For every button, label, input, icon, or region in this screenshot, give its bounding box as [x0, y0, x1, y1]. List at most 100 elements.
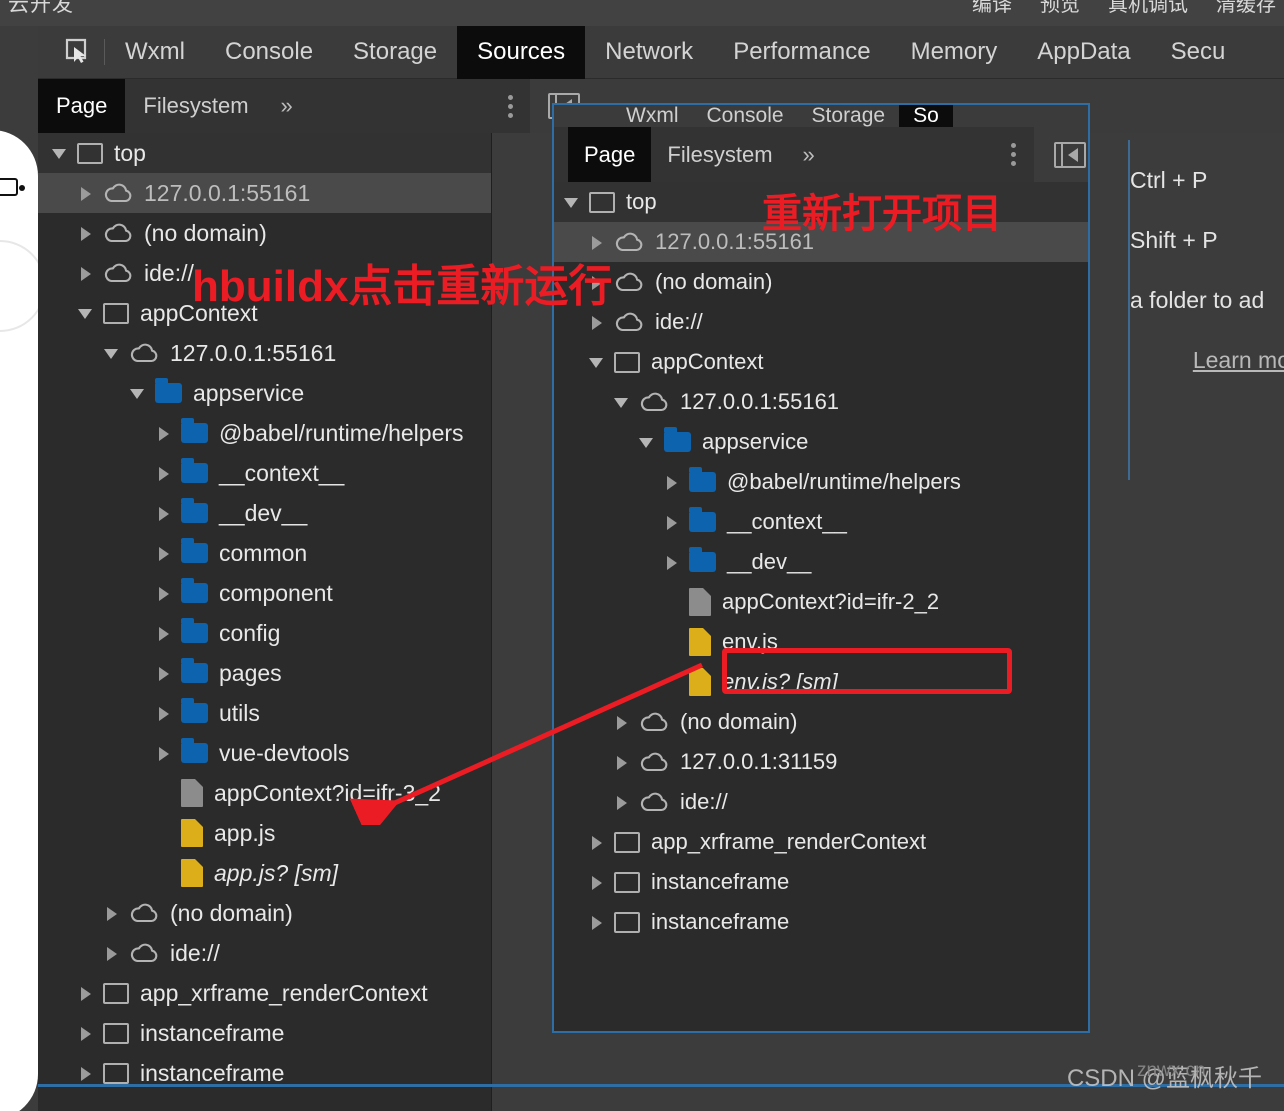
chevron-right-icon[interactable]	[589, 234, 605, 250]
chevron-right-icon[interactable]	[156, 585, 172, 601]
nested-subtab-filesystem[interactable]: Filesystem	[651, 127, 788, 182]
chevron-right-icon[interactable]	[104, 905, 120, 921]
tree-row[interactable]: 127.0.0.1:55161	[38, 173, 492, 213]
tree-row[interactable]: 127.0.0.1:55161	[38, 333, 492, 373]
tab-security[interactable]: Secu	[1151, 26, 1246, 79]
chevron-down-icon[interactable]	[104, 345, 120, 361]
tab-memory[interactable]: Memory	[891, 26, 1018, 79]
chevron-down-icon[interactable]	[614, 394, 630, 410]
tree-row[interactable]: ide://	[554, 302, 1088, 342]
chevron-right-icon[interactable]	[78, 185, 94, 201]
chevron-right-icon[interactable]	[78, 985, 94, 1001]
tab-performance[interactable]: Performance	[713, 26, 890, 79]
nested-more-options-icon[interactable]	[996, 127, 1030, 182]
tree-row[interactable]: app_xrframe_renderContext	[554, 822, 1088, 862]
nested-toolbar-right	[1034, 127, 1088, 182]
chevron-right-icon[interactable]	[156, 465, 172, 481]
chevron-right-icon[interactable]	[156, 745, 172, 761]
tree-row[interactable]: 127.0.0.1:55161	[554, 222, 1088, 262]
tree-row[interactable]: instanceframe	[38, 1013, 492, 1053]
sources-navigator-tree[interactable]: top 127.0.0.1:55161 (no domain) ide:// appCo…	[38, 133, 492, 1111]
tree-row[interactable]: __context__	[554, 502, 1088, 542]
tab-appdata[interactable]: AppData	[1017, 26, 1150, 79]
learn-more-link[interactable]: Learn mo	[1193, 347, 1284, 373]
tree-row[interactable]: appContext	[554, 342, 1088, 382]
nested-subtab-page[interactable]: Page	[568, 127, 652, 182]
nested-tab-wxml[interactable]: Wxml	[612, 105, 692, 127]
chevron-right-icon[interactable]	[156, 665, 172, 681]
chevron-right-icon[interactable]	[589, 914, 605, 930]
tree-row[interactable]: @babel/runtime/helpers	[554, 462, 1088, 502]
nested-tab-storage[interactable]: Storage	[798, 105, 900, 127]
tab-network[interactable]: Network	[585, 26, 713, 79]
tree-row[interactable]: common	[38, 533, 492, 573]
tree-row[interactable]: instanceframe	[38, 1053, 492, 1093]
chevron-down-icon[interactable]	[564, 194, 580, 210]
tab-sources[interactable]: Sources	[457, 25, 586, 79]
chevron-right-icon[interactable]	[78, 225, 94, 241]
tree-row[interactable]: (no domain)	[38, 893, 492, 933]
nested-tab-console[interactable]: Console	[692, 105, 797, 127]
chevron-right-icon[interactable]	[589, 314, 605, 330]
tree-row[interactable]: appservice	[38, 373, 492, 413]
chevron-right-icon[interactable]	[78, 1065, 94, 1081]
tab-storage[interactable]: Storage	[333, 26, 457, 79]
ide-action-preview[interactable]: 预览	[1040, 0, 1080, 17]
chevron-right-icon[interactable]	[589, 834, 605, 850]
chevron-down-icon[interactable]	[130, 385, 146, 401]
chevron-down-icon[interactable]	[52, 145, 68, 161]
chevron-right-icon[interactable]	[156, 505, 172, 521]
chevron-right-icon[interactable]	[156, 625, 172, 641]
tree-row[interactable]: instanceframe	[554, 862, 1088, 902]
tab-wxml[interactable]: Wxml	[105, 26, 205, 79]
chevron-right-icon[interactable]	[156, 705, 172, 721]
chevron-down-icon[interactable]	[589, 354, 605, 370]
tree-row[interactable]: (no domain)	[38, 213, 492, 253]
chevron-right-icon[interactable]	[104, 945, 120, 961]
ide-action-compile[interactable]: 编译	[972, 0, 1012, 17]
tree-row[interactable]: ide://	[38, 933, 492, 973]
tree-row-label: top	[626, 189, 657, 214]
more-options-icon[interactable]	[490, 79, 530, 133]
tree-row[interactable]: 127.0.0.1:55161	[554, 382, 1088, 422]
tree-row[interactable]: @babel/runtime/helpers	[38, 413, 492, 453]
chevron-right-icon[interactable]	[78, 1025, 94, 1041]
chevron-right-icon[interactable]	[156, 425, 172, 441]
subtab-page[interactable]: Page	[38, 79, 126, 133]
tree-row[interactable]: (no domain)	[554, 262, 1088, 302]
js-file-icon	[181, 819, 203, 847]
tree-row[interactable]: __context__	[38, 453, 492, 493]
chevron-right-icon[interactable]	[156, 545, 172, 561]
tree-row[interactable]: app.js? [sm]	[38, 853, 492, 893]
chevron-right-icon[interactable]	[664, 474, 680, 490]
tree-row[interactable]: app_xrframe_renderContext	[38, 973, 492, 1013]
subtab-filesystem[interactable]: Filesystem	[125, 79, 266, 133]
chevron-down-icon[interactable]	[639, 434, 655, 450]
chevron-right-icon[interactable]	[664, 514, 680, 530]
tree-row[interactable]: appContext?id=ifr-2_2	[554, 582, 1088, 622]
nested-navigator-tree[interactable]: top 127.0.0.1:55161 (no domain) ide:// appCo…	[554, 182, 1088, 1031]
tree-row[interactable]: top	[38, 133, 492, 173]
chevron-right-icon[interactable]	[664, 554, 680, 570]
nested-tab-sources[interactable]: So	[899, 105, 953, 127]
tree-row[interactable]: top	[554, 182, 1088, 222]
tree-row[interactable]: ide://	[38, 253, 492, 293]
nested-show-navigator-icon[interactable]	[1054, 141, 1086, 168]
nested-more-tabs-icon[interactable]: »	[789, 142, 829, 168]
tree-row[interactable]: __dev__	[38, 493, 492, 533]
ide-action-device-debug[interactable]: 真机调试	[1108, 0, 1188, 17]
more-tabs-icon[interactable]: »	[267, 93, 307, 119]
tree-row[interactable]: appservice	[554, 422, 1088, 462]
tab-console[interactable]: Console	[205, 26, 333, 79]
tree-row[interactable]: config	[38, 613, 492, 653]
chevron-right-icon[interactable]	[589, 274, 605, 290]
tree-row[interactable]: instanceframe	[554, 902, 1088, 942]
tree-row[interactable]: __dev__	[554, 542, 1088, 582]
ide-action-clear-cache[interactable]: 清缓存	[1216, 0, 1276, 17]
tree-row[interactable]: appContext	[38, 293, 492, 333]
chevron-right-icon[interactable]	[78, 265, 94, 281]
tree-row[interactable]: component	[38, 573, 492, 613]
cursor-select-icon[interactable]	[56, 35, 96, 69]
chevron-down-icon[interactable]	[78, 305, 94, 321]
chevron-right-icon[interactable]	[589, 874, 605, 890]
